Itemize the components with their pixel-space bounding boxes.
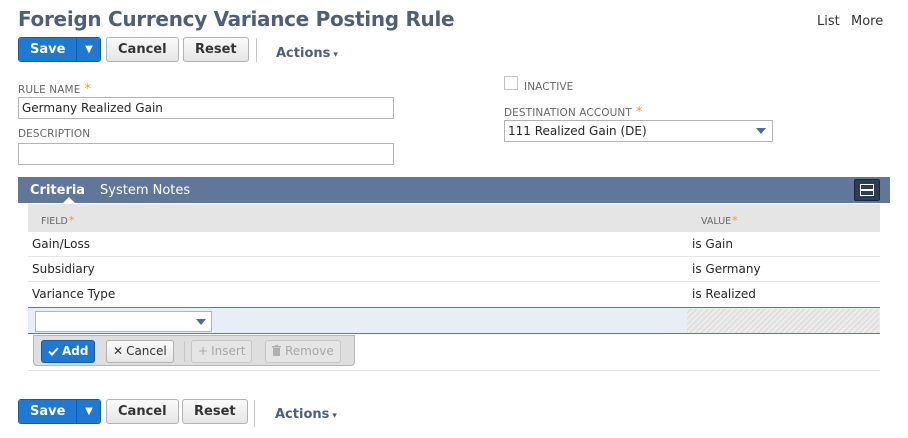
active-tab-indicator xyxy=(63,197,75,203)
save-split-button-bottom: Save ▼ xyxy=(18,399,102,424)
list-link[interactable]: List xyxy=(817,14,840,29)
dropdown-arrow-icon xyxy=(756,128,766,134)
insert-label: Insert xyxy=(211,344,246,358)
description-input[interactable] xyxy=(18,143,394,165)
row-value: is Realized xyxy=(692,287,756,301)
caret-down-icon: ▾ xyxy=(333,50,338,60)
remove-row-button[interactable]: Remove xyxy=(265,340,341,363)
rule-name-label: RULE NAME * xyxy=(18,82,91,97)
required-marker: * xyxy=(732,214,738,227)
destination-account-value: 111 Realized Gain (DE) xyxy=(508,124,647,138)
actions-label: Actions xyxy=(275,407,330,422)
value-cell-disabled xyxy=(687,309,879,333)
cancel-button-bottom[interactable]: Cancel xyxy=(106,399,179,424)
field-select[interactable] xyxy=(35,311,212,332)
toolbar-divider xyxy=(256,38,257,62)
grid-header: FIELD* VALUE* xyxy=(28,204,880,232)
page-title: Foreign Currency Variance Posting Rule xyxy=(18,7,455,31)
save-button[interactable]: Save xyxy=(19,38,77,61)
required-marker: * xyxy=(635,105,643,120)
save-split-button: Save ▼ xyxy=(18,37,102,62)
trash-icon xyxy=(272,345,281,356)
table-row[interactable]: Variance Type is Realized xyxy=(28,282,880,307)
table-row[interactable]: Gain/Loss is Gain xyxy=(28,232,880,257)
add-row-button[interactable]: Add xyxy=(41,340,96,363)
actions-menu-bottom[interactable]: Actions ▾ xyxy=(275,407,337,422)
row-field: Subsidiary xyxy=(32,262,95,276)
tab-system-notes[interactable]: System Notes xyxy=(100,183,190,198)
description-label: DESCRIPTION xyxy=(18,128,91,140)
column-header-value: VALUE* xyxy=(701,214,738,227)
tab-criteria[interactable]: Criteria xyxy=(30,183,85,198)
insert-row-button[interactable]: + Insert xyxy=(191,340,253,363)
field-column-label: FIELD xyxy=(41,216,68,227)
row-value: is Gain xyxy=(692,237,733,251)
save-dropdown-button[interactable]: ▼ xyxy=(76,38,101,61)
rule-name-label-text: RULE NAME xyxy=(18,84,81,96)
destination-account-label-text: DESTINATION ACCOUNT xyxy=(504,107,632,119)
destination-account-select[interactable]: 111 Realized Gain (DE) xyxy=(504,120,773,142)
add-label: Add xyxy=(62,344,89,358)
row-value: is Germany xyxy=(692,262,761,276)
rule-name-input[interactable]: Germany Realized Gain xyxy=(18,97,394,119)
check-icon xyxy=(48,347,59,356)
toolbar-divider xyxy=(254,400,255,427)
value-column-label: VALUE xyxy=(701,216,732,227)
cancel-label: Cancel xyxy=(126,344,167,358)
actions-label: Actions xyxy=(276,46,331,61)
row-button-panel: Add ✕ Cancel + Insert Remove xyxy=(33,335,355,366)
save-button-bottom[interactable]: Save xyxy=(19,400,77,423)
plus-icon: + xyxy=(198,344,209,358)
actions-menu[interactable]: Actions ▾ xyxy=(276,46,338,61)
x-icon: ✕ xyxy=(113,344,124,358)
subtab-bar: Criteria System Notes xyxy=(18,177,890,203)
destination-account-label: DESTINATION ACCOUNT * xyxy=(504,105,642,120)
grid-edit-row xyxy=(28,307,880,334)
inactive-checkbox[interactable] xyxy=(504,76,518,90)
reset-button-bottom[interactable]: Reset xyxy=(182,399,248,424)
row-field: Gain/Loss xyxy=(32,237,90,251)
row-field: Variance Type xyxy=(32,287,116,301)
table-row[interactable]: Subsidiary is Germany xyxy=(28,257,880,282)
caret-down-icon: ▾ xyxy=(332,411,337,421)
more-link[interactable]: More xyxy=(851,14,883,29)
save-dropdown-button-bottom[interactable]: ▼ xyxy=(76,400,101,423)
button-divider xyxy=(184,341,185,362)
inactive-label: INACTIVE xyxy=(524,81,574,93)
required-marker: * xyxy=(68,214,75,227)
remove-label: Remove xyxy=(285,344,334,358)
dropdown-arrow-icon xyxy=(196,319,206,325)
chevron-down-icon: ▼ xyxy=(85,44,93,55)
required-marker: * xyxy=(84,82,92,97)
column-header-field: FIELD* xyxy=(41,214,74,227)
reset-button[interactable]: Reset xyxy=(183,37,249,62)
cancel-row-button[interactable]: ✕ Cancel xyxy=(106,340,174,363)
cancel-button[interactable]: Cancel xyxy=(106,37,179,62)
chevron-down-icon: ▼ xyxy=(85,406,93,417)
layout-toggle-icon[interactable] xyxy=(854,179,880,201)
